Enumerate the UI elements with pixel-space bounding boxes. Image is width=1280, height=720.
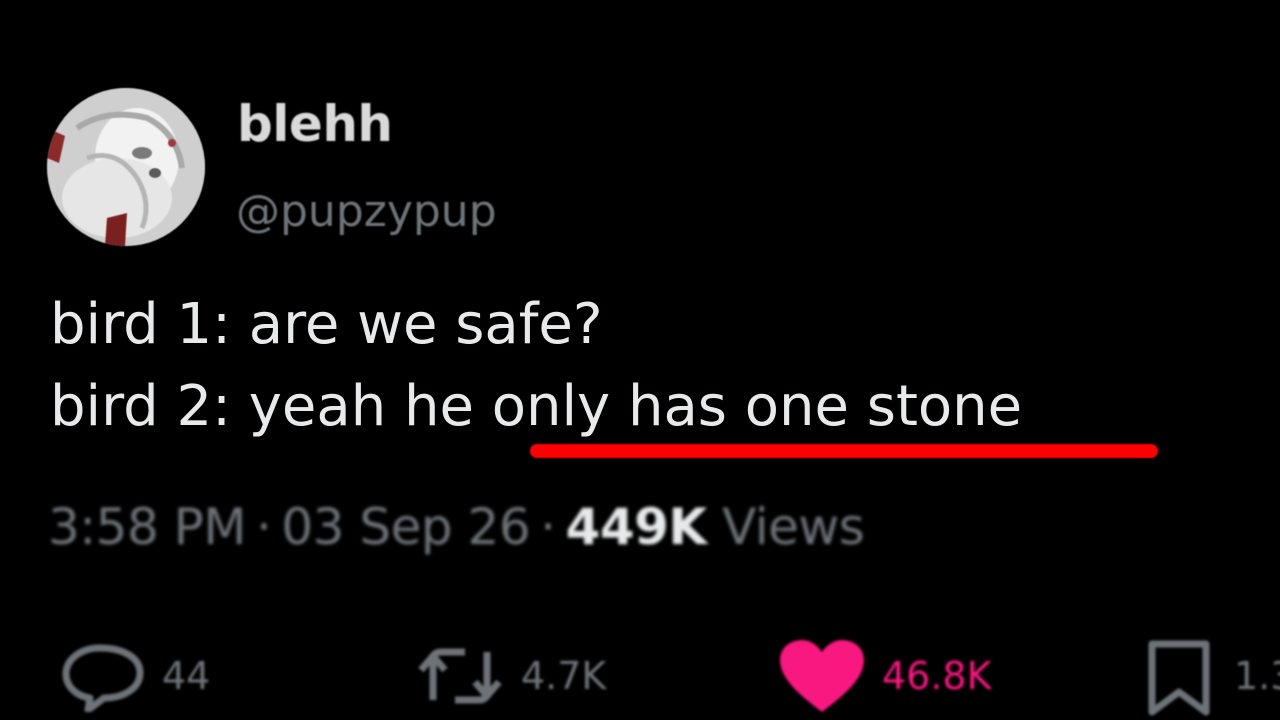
- reply-count: 44: [162, 654, 211, 698]
- tweet-time[interactable]: 3:58 PM: [48, 498, 246, 556]
- meta-separator: ·: [255, 498, 272, 556]
- display-name[interactable]: blehh: [237, 95, 393, 153]
- tweet-line-2: bird 2: yeah he only has one stone: [50, 374, 1023, 439]
- retweet-count: 4.7K: [521, 654, 607, 698]
- bookmark-icon: [1148, 640, 1210, 716]
- handle[interactable]: @pupzypup: [236, 186, 497, 237]
- reply-icon: [62, 644, 144, 712]
- avatar-image: [47, 88, 205, 246]
- bookmark-button[interactable]: 1.3: [1140, 640, 1280, 716]
- retweet-button[interactable]: 4.7K: [415, 640, 606, 712]
- bookmark-count: 1.3: [1234, 654, 1280, 698]
- red-underline-annotation: [530, 444, 1158, 458]
- action-bar: 44 4.7K 46.8K 1.3: [0, 640, 1280, 720]
- retweet-icon: [418, 648, 502, 704]
- heart-icon: [780, 640, 864, 712]
- tweet-line-1: bird 1: are we safe?: [50, 292, 603, 357]
- avatar[interactable]: [47, 88, 205, 246]
- reply-button[interactable]: 44: [60, 640, 210, 712]
- tweet-meta: 3:58 PM · 03 Sep 26 · 449K Views: [48, 498, 865, 556]
- meta-separator: ·: [540, 498, 556, 556]
- tweet-text: bird 1: are we safe? bird 2: yeah he onl…: [50, 284, 1022, 448]
- like-button[interactable]: 46.8K: [778, 640, 992, 712]
- views-count: 449K: [565, 498, 708, 556]
- tweet-date[interactable]: 03 Sep 26: [281, 498, 530, 556]
- like-count: 46.8K: [882, 654, 992, 698]
- views-label: Views: [722, 498, 865, 556]
